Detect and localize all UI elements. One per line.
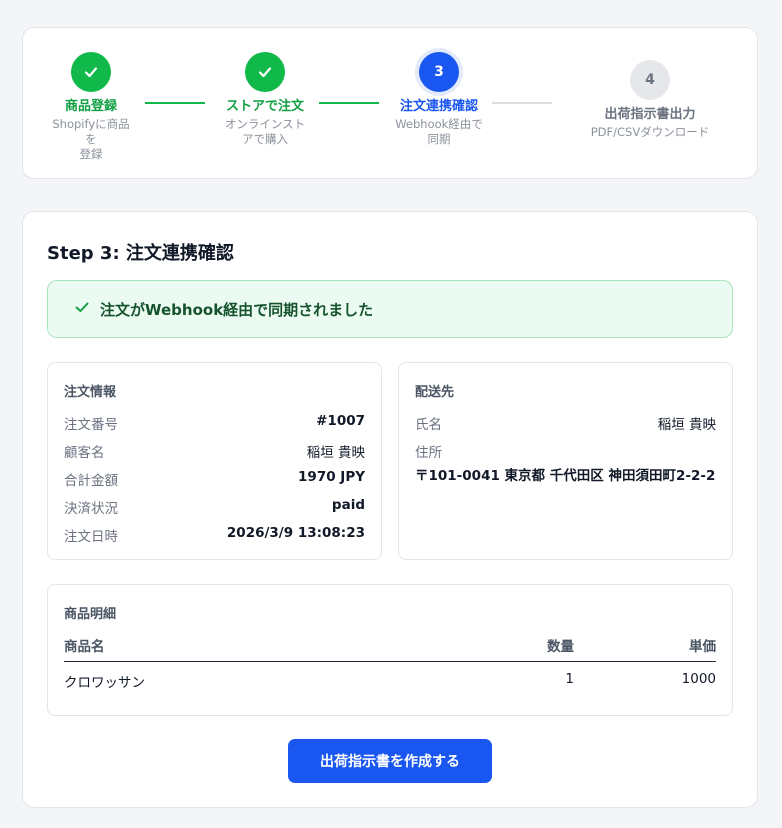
address-label-row: 住所	[415, 441, 716, 461]
line-items-title: 商品明細	[64, 607, 117, 622]
customer-name-value: 稲垣 貴映	[306, 445, 365, 461]
connector-2	[319, 102, 379, 104]
payment-status-label: 決済状況	[64, 501, 118, 517]
order-date-label: 注文日時	[64, 529, 118, 545]
recipient-name-row: 氏名 稲垣 貴映	[415, 413, 716, 433]
column-header-qty: 数量	[547, 639, 574, 655]
order-number-row: 注文番号 #1007	[64, 413, 365, 433]
total-amount-row: 合計金額 1970 JPY	[64, 469, 365, 489]
address-label: 住所	[415, 445, 442, 461]
step-1-subtitle: Shopifyに商品を 登録	[52, 117, 130, 161]
order-sync-card: Step 3: 注文連携確認 注文がWebhook経由で同期されました 注文情報…	[22, 211, 758, 808]
check-icon	[74, 299, 90, 319]
column-header-price: 単価	[689, 639, 716, 655]
step-2-title: ストアで注文	[225, 99, 304, 114]
order-date-row: 注文日時 2026/3/9 13:08:23	[64, 525, 365, 545]
step-1-title: 商品登録	[64, 99, 117, 114]
item-price: 1000	[681, 671, 716, 687]
recipient-name-value: 稲垣 貴映	[657, 417, 716, 433]
order-info-panel: 注文情報 注文番号 #1007 顧客名 稲垣 貴映 合計金額 1970 JPY …	[47, 362, 382, 560]
check-icon	[245, 52, 285, 92]
item-name: クロワッサン	[64, 675, 145, 691]
step-4-number: 4	[630, 60, 670, 100]
recipient-name-label: 氏名	[415, 417, 442, 433]
order-number-value: #1007	[316, 413, 365, 429]
payment-status-value: paid	[331, 497, 365, 513]
step-3-title: 注文連携確認	[399, 99, 478, 114]
step-1: 商品登録 Shopifyに商品を 登録	[47, 52, 135, 162]
step-3: 3 注文連携確認 Webhook経由で 同期	[395, 52, 483, 147]
customer-name-label: 顧客名	[64, 445, 105, 461]
step-2: ストアで注文 オンラインスト アで購入	[221, 52, 309, 147]
connector-3	[492, 102, 552, 104]
step-4-subtitle: PDF/CSVダウンロード	[590, 125, 710, 139]
connector-1	[145, 102, 205, 104]
progress-stepper: 商品登録 Shopifyに商品を 登録 ストアで注文 オンラインスト アで購入 …	[22, 27, 758, 179]
step-4: 4 出荷指示書出力 PDF/CSVダウンロード	[580, 60, 720, 140]
customer-name-row: 顧客名 稲垣 貴映	[64, 441, 365, 461]
line-items-panel: 商品明細 商品名 数量 単価 クロワッサン 1 1000	[47, 584, 733, 716]
order-date-value: 2026/3/9 13:08:23	[226, 525, 365, 541]
total-amount-value: 1970 JPY	[298, 469, 365, 485]
shipping-panel: 配送先 氏名 稲垣 貴映 住所 〒101-0041 東京都 千代田区 神田須田町…	[398, 362, 733, 560]
page-title: Step 3: 注文連携確認	[47, 243, 234, 264]
success-banner: 注文がWebhook経由で同期されました	[47, 280, 733, 338]
shipping-title: 配送先	[415, 385, 455, 400]
column-header-name: 商品名	[64, 639, 105, 655]
check-icon	[71, 52, 111, 92]
step-4-title: 出荷指示書出力	[604, 107, 696, 122]
address-value: 〒101-0041 東京都 千代田区 神田須田町2-2-2	[415, 468, 716, 484]
create-shipping-instruction-button[interactable]: 出荷指示書を作成する	[288, 739, 492, 783]
item-qty: 1	[565, 671, 574, 687]
total-amount-label: 合計金額	[64, 473, 118, 489]
table-header: 商品名 数量 単価	[64, 635, 716, 662]
step-3-subtitle: Webhook経由で 同期	[395, 117, 483, 146]
step-2-subtitle: オンラインスト アで購入	[224, 117, 306, 146]
step-3-number: 3	[419, 52, 459, 92]
payment-status-row: 決済状況 paid	[64, 497, 365, 517]
success-message: 注文がWebhook経由で同期されました	[100, 300, 374, 319]
order-number-label: 注文番号	[64, 417, 118, 433]
order-info-title: 注文情報	[64, 385, 117, 400]
